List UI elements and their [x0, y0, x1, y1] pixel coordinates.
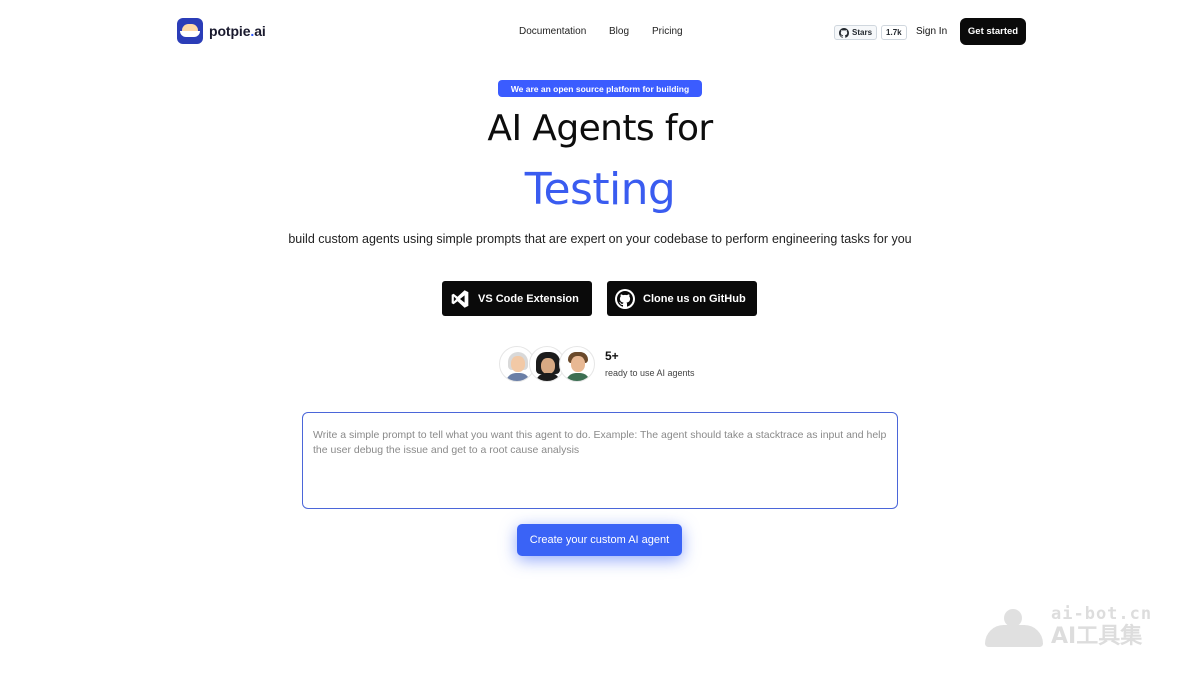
create-agent-button[interactable]: Create your custom AI agent — [517, 524, 682, 556]
hero-headline: AI Agents for — [487, 108, 713, 149]
hero-subheading: build custom agents using simple prompts… — [288, 232, 912, 246]
clone-github-label: Clone us on GitHub — [643, 292, 746, 305]
github-icon — [839, 27, 849, 38]
logo-text: potpie.ai — [209, 23, 266, 39]
watermark: ai-bot.cn AI工具集 — [985, 606, 1152, 648]
github-stars-label: Stars — [852, 28, 873, 37]
agents-count: 5+ — [605, 349, 619, 363]
potpie-logo-icon — [177, 18, 203, 44]
vscode-extension-label: VS Code Extension — [478, 292, 579, 305]
github-stars-button[interactable]: Stars — [834, 25, 878, 40]
vscode-extension-button[interactable]: VS Code Extension — [442, 281, 592, 316]
open-source-badge: We are an open source platform for build… — [498, 80, 702, 97]
nav-link-blog[interactable]: Blog — [609, 26, 629, 37]
vscode-icon — [451, 289, 469, 308]
sign-in-link[interactable]: Sign In — [916, 26, 947, 37]
hero-headline-accent: Testing — [524, 164, 676, 215]
avatar — [559, 346, 595, 382]
get-started-button[interactable]: Get started — [960, 18, 1026, 45]
watermark-line1: ai-bot.cn — [1051, 604, 1153, 624]
github-stars-count[interactable]: 1.7k — [881, 25, 907, 40]
nav-link-documentation[interactable]: Documentation — [519, 26, 586, 37]
logo-link[interactable]: potpie.ai — [177, 18, 266, 44]
watermark-line2: AI工具集 — [1051, 624, 1143, 649]
agents-caption: ready to use AI agents — [605, 368, 695, 378]
nav-link-pricing[interactable]: Pricing — [652, 26, 683, 37]
agent-avatars — [499, 346, 599, 384]
clone-github-button[interactable]: Clone us on GitHub — [607, 281, 757, 316]
watermark-logo-icon — [985, 607, 1043, 647]
github-icon — [615, 288, 635, 309]
github-stars-widget[interactable]: Stars 1.7k — [834, 25, 907, 40]
agent-prompt-input[interactable] — [302, 412, 898, 509]
